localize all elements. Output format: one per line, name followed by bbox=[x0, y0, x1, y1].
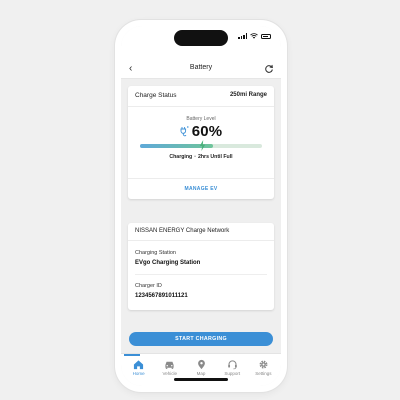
gear-icon bbox=[259, 360, 268, 369]
home-icon bbox=[134, 360, 144, 370]
charge-network-header: NISSAN ENERGY Charge Network bbox=[128, 223, 274, 241]
nav-bar: ‹ Battery bbox=[121, 62, 281, 79]
headset-icon bbox=[227, 360, 237, 370]
tab-bar: Home Vehicle Map Support Settings bbox=[121, 353, 281, 386]
wifi-icon bbox=[250, 33, 258, 39]
charge-status-title: Charge Status bbox=[135, 92, 177, 99]
battery-level-label: Battery Level bbox=[186, 116, 216, 122]
car-icon bbox=[165, 361, 174, 369]
tab-home-label: Home bbox=[132, 371, 145, 376]
refresh-icon[interactable] bbox=[264, 64, 274, 74]
app-screen: ‹ Battery Charge Status 250mi Range Batt… bbox=[121, 26, 281, 386]
battery-progress-bar bbox=[140, 140, 262, 151]
battery-percent: 60% bbox=[191, 123, 223, 140]
map-pin-icon bbox=[197, 359, 205, 370]
lightning-icon bbox=[200, 140, 206, 151]
tab-vehicle-label: Vehicle bbox=[162, 371, 178, 376]
charging-station-value[interactable]: EVgo Charging Station bbox=[135, 260, 200, 266]
time-until-full: 2hrs Until Full bbox=[198, 154, 233, 160]
charging-status-line: Charging • 2hrs Until Full bbox=[128, 154, 274, 160]
charge-network-title: NISSAN ENERGY Charge Network bbox=[135, 228, 230, 234]
charger-id-label: Charger ID bbox=[135, 283, 162, 289]
tab-support-label: Support bbox=[224, 371, 241, 376]
tab-support[interactable]: Support bbox=[217, 359, 248, 376]
phone-frame: ‹ Battery Charge Status 250mi Range Batt… bbox=[115, 20, 287, 392]
plug-icon bbox=[180, 126, 189, 137]
home-indicator bbox=[174, 378, 228, 381]
charging-station-label: Charging Station bbox=[135, 250, 176, 256]
separator-dot: • bbox=[194, 154, 196, 160]
start-charging-button[interactable]: START CHARGING bbox=[129, 332, 273, 346]
signal-icon bbox=[238, 33, 247, 39]
tab-map-label: Map bbox=[196, 371, 206, 376]
charging-label: Charging bbox=[169, 154, 193, 160]
tab-home[interactable]: Home bbox=[123, 359, 154, 376]
field-divider bbox=[135, 274, 267, 275]
system-icons bbox=[238, 33, 271, 39]
dynamic-island bbox=[174, 30, 228, 46]
tab-settings[interactable]: Settings bbox=[248, 359, 279, 376]
charge-status-card: Charge Status 250mi Range Battery Level … bbox=[128, 86, 274, 199]
tab-vehicle[interactable]: Vehicle bbox=[154, 359, 185, 376]
manage-ev-link[interactable]: MANAGE EV bbox=[128, 178, 274, 199]
tab-map[interactable]: Map bbox=[185, 359, 216, 376]
battery-percent-row: 60% bbox=[128, 123, 274, 140]
page-title: Battery bbox=[189, 64, 213, 71]
tab-settings-label: Settings bbox=[255, 371, 272, 376]
battery-status-icon bbox=[261, 33, 271, 39]
active-tab-indicator bbox=[124, 354, 140, 356]
charger-id-value[interactable]: 1234567891011121 bbox=[135, 293, 188, 299]
charge-status-header: Charge Status 250mi Range bbox=[128, 86, 274, 107]
range-text: 250mi Range bbox=[229, 92, 267, 98]
status-bar bbox=[121, 26, 281, 62]
charge-network-card: NISSAN ENERGY Charge Network Charging St… bbox=[128, 223, 274, 310]
